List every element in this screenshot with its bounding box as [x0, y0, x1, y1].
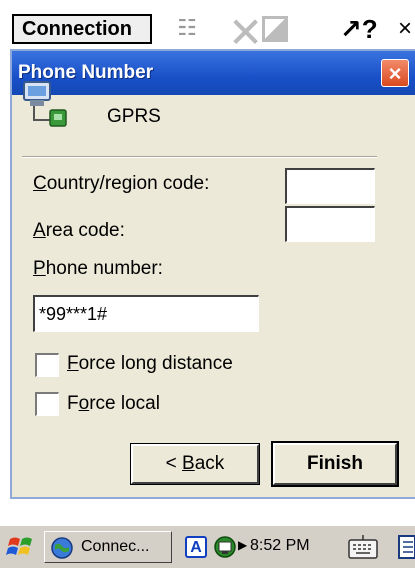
- dialog-title: Phone Number: [12, 51, 415, 95]
- network-icon[interactable]: [213, 535, 237, 559]
- delete-icon[interactable]: ✕: [228, 9, 263, 56]
- connection-name: GPRS: [107, 106, 161, 127]
- country-code-label: Country/region code:: [33, 173, 210, 194]
- force-long-distance-label[interactable]: Force long distance: [67, 353, 233, 375]
- phone-number-label: Phone number:: [33, 258, 163, 279]
- clock[interactable]: 8:52 PM: [250, 537, 310, 555]
- properties-icon[interactable]: ☷: [172, 14, 202, 44]
- tray-arrow-icon[interactable]: ▶: [238, 538, 247, 552]
- force-local-checkbox[interactable]: [35, 392, 59, 416]
- area-code-field[interactable]: [285, 206, 375, 242]
- country-code-field[interactable]: [285, 168, 375, 204]
- view-icon[interactable]: [262, 16, 288, 42]
- start-flag-icon[interactable]: [6, 531, 36, 561]
- help-icon[interactable]: ↗?: [340, 14, 378, 44]
- separator: [22, 156, 377, 158]
- connection-menu-button[interactable]: Connection: [12, 14, 152, 44]
- dialog-close-button[interactable]: ×: [381, 59, 409, 87]
- keyboard-icon[interactable]: [348, 534, 378, 560]
- finish-button[interactable]: Finish: [271, 441, 399, 487]
- main-window-toolbar: Connection ☷ ✕ ↗? ×: [0, 0, 415, 56]
- tray-edge-icon: [398, 535, 415, 559]
- connection-icon: [23, 81, 67, 127]
- force-long-distance-checkbox[interactable]: [35, 353, 59, 377]
- close-icon[interactable]: ×: [398, 14, 415, 44]
- back-button[interactable]: < Back: [130, 443, 260, 485]
- globe-icon: [51, 537, 73, 559]
- input-method-icon[interactable]: A: [185, 536, 207, 558]
- area-code-label: Area code:: [33, 220, 125, 241]
- taskbar: Connec... A ▶ 8:52 PM: [0, 525, 415, 568]
- force-local-label[interactable]: Force local: [67, 393, 160, 415]
- phone-number-field[interactable]: [33, 295, 259, 332]
